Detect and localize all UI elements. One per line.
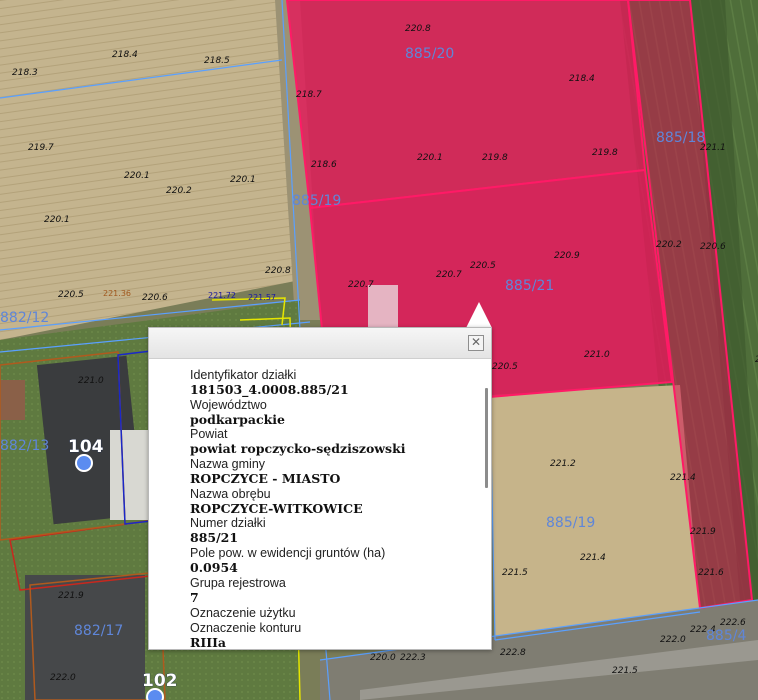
- elevation-label: 222.6: [720, 618, 746, 628]
- elevation-label: 218.4: [569, 74, 595, 84]
- field-label-gmina: Nazwa gminy: [190, 457, 266, 472]
- elevation-label: 220.6: [142, 293, 168, 303]
- elevation-label: 221.2: [550, 459, 576, 469]
- parcel-id-label: 882/13: [0, 438, 49, 454]
- parcel-id-label: 885/20: [405, 46, 454, 62]
- field-value-gmina: ROPCZYCE - MIASTO: [190, 471, 341, 487]
- parcel-id-label: 885/18: [656, 130, 705, 146]
- parcel-id-label: 882/17: [74, 623, 123, 639]
- address-label-104: 104: [68, 437, 104, 457]
- elevation-label: 221.0: [78, 376, 104, 386]
- field-label-pole-pow: Pole pow. w ewidencji gruntów (ha): [190, 546, 386, 561]
- elevation-label: 220.6: [700, 242, 726, 252]
- elevation-label: 220.2: [656, 240, 682, 250]
- field-label-oznaczenie-uzytku: Oznaczenie użytku: [190, 605, 296, 620]
- field-label-oznaczenie-konturu: Oznaczenie konturu: [190, 620, 302, 635]
- elevation-label: 220.2: [166, 186, 192, 196]
- field-label-numer-dzialki: Numer działki: [190, 516, 266, 531]
- elevation-label: 220.7: [436, 270, 462, 280]
- elevation-label: 220.0: [370, 653, 396, 663]
- elevation-label: 221.4: [670, 473, 696, 483]
- field-label-obreb: Nazwa obrębu: [190, 486, 271, 501]
- field-value-grupa-rejestrowa: 7: [190, 589, 199, 605]
- elevation-label: 218.4: [112, 50, 138, 60]
- elevation-label: 221.6: [698, 568, 724, 578]
- popup-pointer: [466, 302, 492, 328]
- address-marker-icon: [75, 454, 93, 472]
- elevation-label: 220.1: [124, 171, 150, 181]
- field-value-powiat: powiat ropczycko-sędziszowski: [190, 441, 406, 457]
- elevation-label: 218.5: [204, 56, 230, 66]
- elevation-label: 221.9: [690, 527, 716, 537]
- parcel-info-popup: ✕ Identyfikator działki 181503_4.0008.88…: [148, 327, 492, 650]
- field-label-wojewodztwo: Województwo: [190, 397, 267, 412]
- field-label-grupa-rejestrowa: Grupa rejestrowa: [190, 575, 286, 590]
- parcel-id-label: 882/12: [0, 310, 49, 326]
- elevation-label: 222.0: [660, 635, 686, 645]
- elevation-label: 222.0: [50, 673, 76, 683]
- popup-header: ✕: [149, 328, 491, 359]
- elevation-label: 219.7: [28, 143, 54, 153]
- field-label-identyfikator: Identyfikator działki: [190, 368, 297, 382]
- elevation-label: 220.5: [470, 261, 496, 271]
- elevation-label: 220.8: [405, 24, 431, 34]
- field-value-pole-pow: 0.0954: [190, 560, 238, 576]
- field-value-identyfikator: 181503_4.0008.885/21: [190, 382, 349, 397]
- code-label: 221.57: [248, 293, 276, 302]
- field-value-oznaczenie-konturu: RIIIa: [190, 634, 227, 649]
- elevation-label: 221.5: [502, 568, 528, 578]
- elevation-label: 218.6: [311, 160, 337, 170]
- elevation-label: 222.8: [500, 648, 526, 658]
- elevation-label: 218.3: [12, 68, 38, 78]
- field-value-numer-dzialki: 885/21: [190, 530, 239, 546]
- parcel-id-label: 885/19: [292, 193, 341, 209]
- elevation-label: 219.8: [592, 148, 618, 158]
- address-marker-icon: [146, 688, 164, 700]
- field-value-wojewodztwo: podkarpackie: [190, 411, 285, 427]
- elevation-label: 221.4: [580, 553, 606, 563]
- elevation-label: 218.7: [296, 90, 322, 100]
- field-value-obreb: ROPCZYCE-WITKOWICE: [190, 500, 363, 516]
- elevation-label: 220.5: [492, 362, 518, 372]
- elevation-label: 221.0: [584, 350, 610, 360]
- elevation-label: 220.1: [44, 215, 70, 225]
- elevation-label: 220.1: [417, 153, 443, 163]
- close-icon[interactable]: ✕: [468, 335, 484, 351]
- parcel-id-label: 885/19: [546, 515, 595, 531]
- field-label-powiat: Powiat: [190, 427, 228, 442]
- elevation-label: 220.9: [554, 251, 580, 261]
- popup-scrollbar[interactable]: [485, 388, 488, 488]
- elevation-label: 220.5: [58, 290, 84, 300]
- elevation-label: 220.1: [230, 175, 256, 185]
- code-label: 221.72: [208, 291, 236, 300]
- elevation-label: 221.9: [58, 591, 84, 601]
- elevation-label: 220.7: [348, 280, 374, 290]
- parcel-id-label: 885/21: [505, 278, 554, 294]
- elevation-label: 219.8: [482, 153, 508, 163]
- elevation-label: 222.3: [400, 653, 426, 663]
- elevation-label: 220.8: [265, 266, 291, 276]
- address-label-102: 102: [142, 671, 178, 691]
- elevation-label: 221.5: [612, 666, 638, 676]
- popup-content: Identyfikator działki 181503_4.0008.885/…: [190, 368, 481, 649]
- code-label: 221.36: [103, 289, 131, 298]
- parcel-id-label: 885/4: [706, 628, 746, 644]
